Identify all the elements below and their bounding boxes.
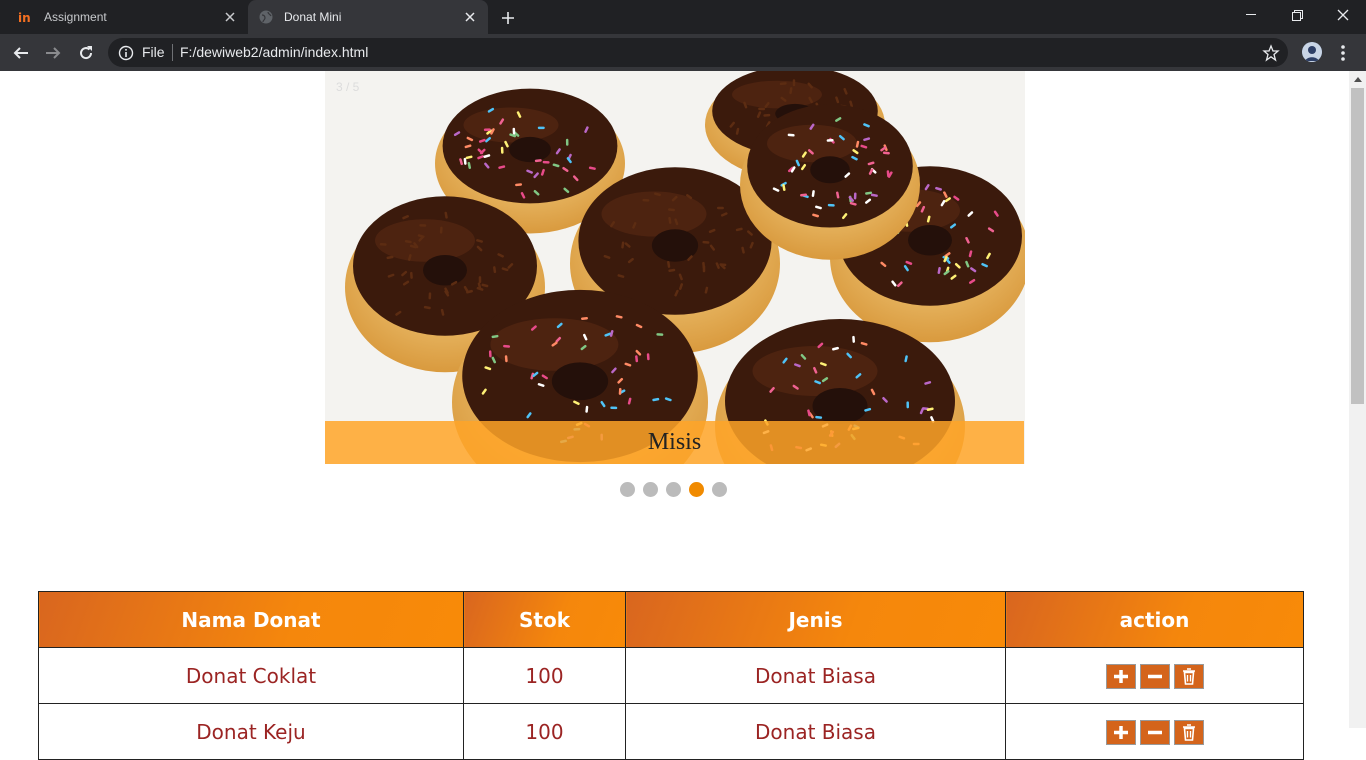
divider xyxy=(172,44,173,61)
forward-icon[interactable] xyxy=(40,40,66,66)
minus-icon xyxy=(1147,730,1162,734)
subtract-button[interactable] xyxy=(1139,663,1170,689)
tab-assignment[interactable]: in Assignment xyxy=(8,0,248,34)
tab-title: Donat Mini xyxy=(284,10,342,24)
add-button[interactable] xyxy=(1105,719,1136,745)
header-stok: Stok xyxy=(463,591,626,648)
avatar[interactable] xyxy=(1302,42,1322,62)
cell-jenis: Donat Biasa xyxy=(625,647,1006,704)
delete-button[interactable] xyxy=(1173,663,1204,689)
plus-icon xyxy=(1113,725,1128,739)
delete-button[interactable] xyxy=(1173,719,1204,745)
table-row: Donat Coklat 100 Donat Biasa xyxy=(38,647,1304,704)
slide-caption: Misis xyxy=(325,421,1024,464)
minimize-icon[interactable] xyxy=(1228,0,1274,30)
header-action: action xyxy=(1005,591,1304,648)
header-nama-donat: Nama Donat xyxy=(38,591,464,648)
header-jenis: Jenis xyxy=(625,591,1006,648)
cell-action xyxy=(1005,703,1304,760)
invision-icon: in xyxy=(18,9,34,25)
trash-icon xyxy=(1182,723,1195,741)
plus-icon xyxy=(1113,669,1128,683)
scroll-up-icon[interactable] xyxy=(1349,71,1366,88)
info-icon[interactable] xyxy=(118,45,134,61)
scheme-label: File xyxy=(142,44,165,60)
add-button[interactable] xyxy=(1105,663,1136,689)
cell-stok: 100 xyxy=(463,703,626,760)
close-icon[interactable] xyxy=(222,9,238,25)
slide-dots xyxy=(620,482,727,497)
minus-icon xyxy=(1147,674,1162,678)
svg-text:in: in xyxy=(18,11,31,23)
restore-icon[interactable] xyxy=(1274,0,1320,30)
subtract-button[interactable] xyxy=(1139,719,1170,745)
cell-stok: 100 xyxy=(463,647,626,704)
tab-title: Assignment xyxy=(44,10,107,24)
bookmark-star-icon[interactable] xyxy=(1262,44,1280,62)
cell-nama: Donat Keju xyxy=(38,703,464,760)
cell-action xyxy=(1005,647,1304,704)
slide-image xyxy=(325,71,1025,464)
scrollbar-thumb[interactable] xyxy=(1351,88,1364,404)
cell-nama: Donat Coklat xyxy=(38,647,464,704)
back-icon[interactable] xyxy=(8,40,34,66)
table-header-row: Nama Donat Stok Jenis action xyxy=(38,591,1304,648)
slide-dot[interactable] xyxy=(643,482,658,497)
globe-icon xyxy=(258,9,274,25)
slide-dot[interactable] xyxy=(666,482,681,497)
close-icon[interactable] xyxy=(462,9,478,25)
table-row: Donat Keju 100 Donat Biasa xyxy=(38,703,1304,760)
new-tab-button[interactable] xyxy=(498,8,518,28)
slide-dot[interactable] xyxy=(712,482,727,497)
tab-donat-mini[interactable]: Donat Mini xyxy=(248,0,488,34)
cell-jenis: Donat Biasa xyxy=(625,703,1006,760)
slide-number: 3 / 5 xyxy=(336,80,360,94)
slide-dot[interactable] xyxy=(620,482,635,497)
tab-strip: in Assignment Donat Mini xyxy=(0,0,1366,34)
trash-icon xyxy=(1182,667,1195,685)
donut-photo xyxy=(325,71,1025,464)
address-bar[interactable]: File F:/dewiweb2/admin/index.html xyxy=(108,38,1288,67)
reload-icon[interactable] xyxy=(73,40,99,66)
donut-table: Nama Donat Stok Jenis action Donat Cokla… xyxy=(38,591,1304,760)
more-menu-icon[interactable] xyxy=(1336,43,1350,63)
browser-toolbar: File F:/dewiweb2/admin/index.html xyxy=(0,34,1366,71)
url-text[interactable]: F:/dewiweb2/admin/index.html xyxy=(180,44,368,60)
slide-dot[interactable] xyxy=(689,482,704,497)
window-close-icon[interactable] xyxy=(1320,0,1366,30)
